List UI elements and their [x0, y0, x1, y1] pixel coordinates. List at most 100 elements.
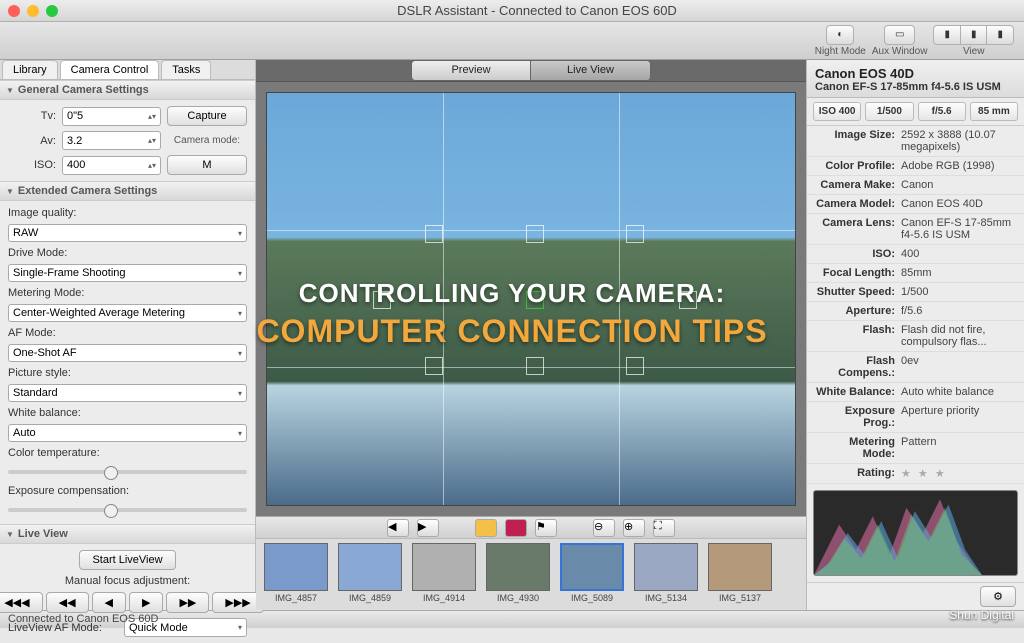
focus-near-3-button[interactable]: ◀◀◀	[0, 592, 43, 613]
live-view-header[interactable]: ▼Live View	[0, 524, 255, 544]
thumbnail[interactable]: IMG_4857	[262, 543, 330, 606]
color-temp-label: Color temperature:	[8, 447, 247, 459]
drive-mode-label: Drive Mode:	[8, 247, 247, 259]
af-point	[626, 225, 644, 243]
thumbnail-label: IMG_5089	[571, 593, 613, 603]
color-label-button[interactable]	[505, 519, 527, 537]
extended-settings-header[interactable]: ▼Extended Camera Settings	[0, 181, 255, 201]
rating-row[interactable]: Rating: ★ ★ ★	[807, 464, 1024, 484]
metadata-row: Flash:Flash did not fire, compulsory fla…	[807, 321, 1024, 352]
iso-stepper[interactable]: 400▴▾	[62, 156, 161, 175]
window-title: DSLR Assistant - Connected to Canon EOS …	[58, 3, 1016, 18]
metadata-row: Aperture:f/5.6	[807, 302, 1024, 321]
manual-focus-label: Manual focus adjustment:	[8, 575, 247, 587]
thumbnail[interactable]: IMG_4914	[410, 543, 478, 606]
next-button[interactable]: ▶	[417, 519, 439, 537]
fit-button[interactable]: ⛶	[653, 519, 675, 537]
capture-button[interactable]: Capture	[167, 106, 247, 126]
white-balance-select[interactable]: Auto▾	[8, 424, 247, 442]
metadata-row: Metering Mode:Pattern	[807, 433, 1024, 464]
picture-style-select[interactable]: Standard▾	[8, 384, 247, 402]
thumbnail[interactable]: IMG_4930	[484, 543, 552, 606]
focus-far-1-button[interactable]: ▶	[129, 592, 163, 613]
flag-button[interactable]: ⚑	[535, 519, 557, 537]
metadata-row: Camera Lens:Canon EF-S 17-85mm f4-5.6 IS…	[807, 214, 1024, 245]
tab-live-view[interactable]: Live View	[531, 60, 651, 81]
af-point	[373, 291, 391, 309]
general-settings-header[interactable]: ▼General Camera Settings	[0, 80, 255, 100]
traffic-lights	[8, 5, 58, 17]
center-panel: Preview Live View ◀ ▶ ⚑	[256, 60, 806, 610]
settings-gear-button[interactable]: ⚙	[980, 586, 1016, 607]
view-seg-3[interactable]: ▮	[987, 25, 1014, 45]
night-mode-label: Night Mode	[815, 46, 866, 57]
view-segmented-control[interactable]: ▮ ▮ ▮	[933, 25, 1014, 45]
af-point	[425, 357, 443, 375]
drive-mode-select[interactable]: Single-Frame Shooting▾	[8, 264, 247, 282]
zoom-icon[interactable]	[46, 5, 58, 17]
picture-style-label: Picture style:	[8, 367, 247, 379]
disclosure-triangle-icon: ▼	[6, 530, 14, 539]
metadata-row: White Balance:Auto white balance	[807, 383, 1024, 402]
tab-camera-control[interactable]: Camera Control	[60, 60, 160, 79]
quick-info-row: ISO 400 1/500 f/5.6 85 mm	[807, 98, 1024, 126]
exposure-comp-label: Exposure compensation:	[8, 485, 247, 497]
tv-stepper[interactable]: 0"5▴▾	[62, 107, 161, 126]
view-seg-2[interactable]: ▮	[961, 25, 988, 45]
aux-window-button[interactable]: ▭	[884, 25, 915, 45]
metadata-row: Shutter Speed:1/500	[807, 283, 1024, 302]
thumbnail[interactable]: IMG_5089	[558, 543, 626, 606]
tab-tasks[interactable]: Tasks	[161, 60, 211, 79]
thumbnail-label: IMG_4857	[275, 593, 317, 603]
metadata-row: ISO:400	[807, 245, 1024, 264]
rating-stars[interactable]: ★ ★ ★	[901, 467, 1016, 480]
focus-near-2-button[interactable]: ◀◀	[46, 592, 89, 613]
tab-library[interactable]: Library	[2, 60, 58, 79]
histogram	[813, 490, 1018, 576]
camera-mode-button[interactable]: M	[167, 155, 247, 175]
metadata-row: Focal Length:85mm	[807, 264, 1024, 283]
metadata-row: Exposure Prog.:Aperture priority	[807, 402, 1024, 433]
thumbnail-label: IMG_4930	[497, 593, 539, 603]
thumbnail-label: IMG_5134	[645, 593, 687, 603]
minimize-icon[interactable]	[27, 5, 39, 17]
quick-iso: ISO 400	[813, 102, 861, 121]
night-mode-button[interactable]: ◐	[826, 25, 854, 45]
camera-model-title: Canon EOS 40D	[815, 66, 1016, 81]
window-titlebar: DSLR Assistant - Connected to Canon EOS …	[0, 0, 1024, 22]
metering-mode-label: Metering Mode:	[8, 287, 247, 299]
left-panel: Library Camera Control Tasks ▼General Ca…	[0, 60, 256, 610]
av-label: Av:	[8, 135, 56, 147]
view-seg-1[interactable]: ▮	[933, 25, 961, 45]
white-balance-label: White balance:	[8, 407, 247, 419]
preview-image[interactable]	[266, 92, 796, 506]
image-quality-select[interactable]: RAW▾	[8, 224, 247, 242]
metadata-row: Camera Model:Canon EOS 40D	[807, 195, 1024, 214]
aux-window-label: Aux Window	[872, 46, 928, 57]
exposure-comp-slider[interactable]	[8, 508, 247, 512]
center-tabs: Preview Live View	[256, 60, 806, 82]
af-mode-select[interactable]: One-Shot AF▾	[8, 344, 247, 362]
thumbnail[interactable]: IMG_4859	[336, 543, 404, 606]
close-icon[interactable]	[8, 5, 20, 17]
thumbnail-label: IMG_4914	[423, 593, 465, 603]
focus-near-1-button[interactable]: ◀	[92, 592, 126, 613]
focus-far-2-button[interactable]: ▶▶	[166, 592, 209, 613]
color-temp-slider[interactable]	[8, 470, 247, 474]
af-point-active	[526, 291, 544, 309]
zoom-out-button[interactable]: ⊖	[593, 519, 615, 537]
metering-mode-select[interactable]: Center-Weighted Average Metering▾	[8, 304, 247, 322]
thumbnail[interactable]: IMG_5137	[706, 543, 774, 606]
av-stepper[interactable]: 3.2▴▾	[62, 131, 161, 150]
tab-preview[interactable]: Preview	[411, 60, 531, 81]
af-point	[526, 357, 544, 375]
view-label: View	[963, 46, 985, 57]
start-liveview-button[interactable]: Start LiveView	[79, 550, 175, 570]
zoom-in-button[interactable]: ⊕	[623, 519, 645, 537]
thumbnail[interactable]: IMG_5134	[632, 543, 700, 606]
camera-header: Canon EOS 40D Canon EF-S 17-85mm f4-5.6 …	[807, 60, 1024, 98]
grid-line	[443, 93, 444, 505]
metadata-row: Color Profile:Adobe RGB (1998)	[807, 157, 1024, 176]
rating-tool-button[interactable]	[475, 519, 497, 537]
prev-button[interactable]: ◀	[387, 519, 409, 537]
